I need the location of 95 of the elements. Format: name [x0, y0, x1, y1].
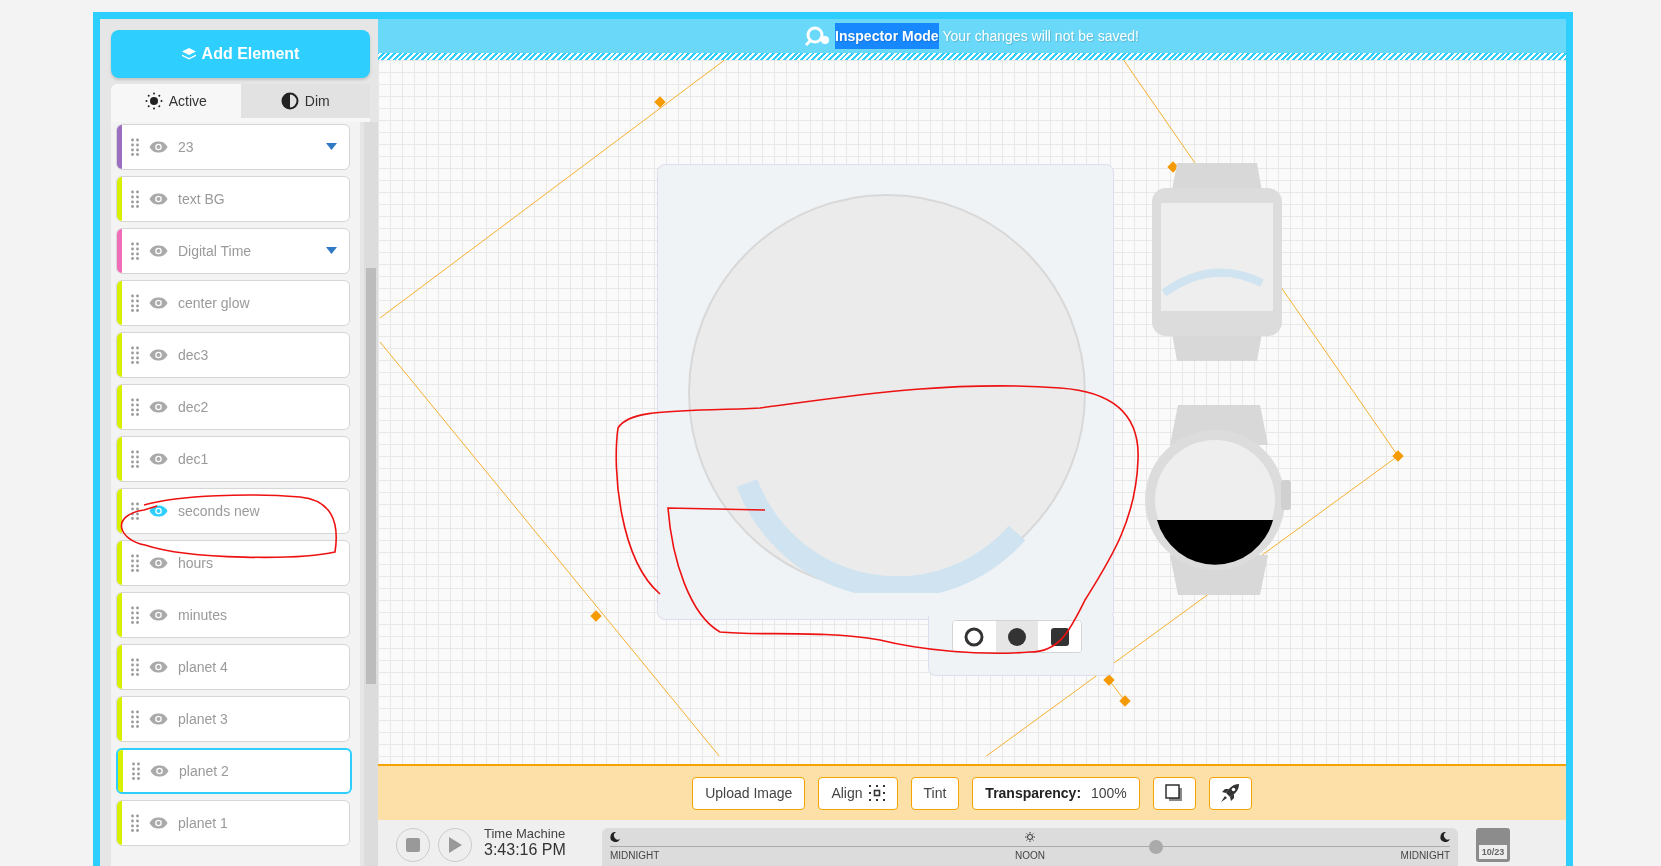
- eye-icon[interactable]: [149, 817, 168, 829]
- time-label: MIDNIGHT: [1400, 850, 1450, 861]
- drag-handle-icon: [131, 190, 139, 208]
- eye-icon[interactable]: [149, 349, 168, 361]
- eye-icon[interactable]: [149, 661, 168, 673]
- stacked-squares-icon: [1165, 784, 1184, 802]
- time-label: NOON: [1015, 850, 1045, 861]
- eye-icon[interactable]: [149, 609, 168, 621]
- square-icon: [1050, 627, 1069, 646]
- scrollbar[interactable]: [364, 122, 378, 866]
- time-label: MIDNIGHT: [610, 850, 660, 861]
- layer-name: center glow: [178, 295, 250, 311]
- sun-icon: [144, 92, 163, 110]
- drag-handle-icon: [131, 450, 139, 468]
- eye-icon[interactable]: [149, 557, 168, 569]
- layer-row[interactable]: planet 2: [116, 748, 352, 794]
- layer-row[interactable]: dec1: [116, 436, 350, 482]
- stop-button[interactable]: [396, 828, 430, 862]
- drag-handle-icon: [131, 606, 139, 624]
- layer-row[interactable]: dec3: [116, 332, 350, 378]
- transparency-button[interactable]: Transparency: 100%: [972, 776, 1140, 810]
- eye-icon[interactable]: [149, 401, 168, 413]
- drag-handle-icon: [131, 658, 139, 676]
- layer-name: planet 4: [178, 659, 228, 675]
- eye-icon[interactable]: [149, 453, 168, 465]
- layer-row[interactable]: hours: [116, 540, 350, 586]
- calendar-button[interactable]: 10/23: [1476, 828, 1510, 862]
- eye-icon[interactable]: [149, 245, 168, 257]
- stop-icon: [406, 838, 420, 852]
- eye-icon[interactable]: [149, 713, 168, 725]
- drag-handle-icon: [131, 502, 139, 520]
- ring-icon: [964, 626, 985, 647]
- align-icon: [868, 785, 885, 801]
- eye-icon[interactable]: [150, 765, 169, 777]
- play-button[interactable]: [438, 828, 472, 862]
- layers-button[interactable]: [1152, 776, 1196, 810]
- drag-handle-icon: [131, 138, 139, 156]
- layer-row[interactable]: text BG: [116, 176, 350, 222]
- play-icon: [448, 837, 462, 853]
- layer-row[interactable]: planet 1: [116, 800, 350, 846]
- layer-name: planet 2: [179, 763, 229, 779]
- layer-name: dec3: [178, 347, 209, 363]
- eye-icon[interactable]: [149, 193, 168, 205]
- scrollbar-thumb[interactable]: [366, 268, 376, 684]
- rocket-button[interactable]: [1208, 776, 1252, 810]
- time-machine-label: Time Machine: [484, 826, 567, 841]
- drag-handle-icon: [131, 814, 139, 832]
- drag-handle-icon: [131, 346, 139, 364]
- contrast-icon: [280, 92, 299, 110]
- layer-name: seconds new: [178, 503, 260, 519]
- inspector-icon: [805, 26, 832, 46]
- drag-handle-icon: [131, 554, 139, 572]
- layer-row[interactable]: center glow: [116, 280, 350, 326]
- layer-name: hours: [178, 555, 214, 571]
- layer-row[interactable]: 23: [116, 124, 350, 170]
- moon-icon: [610, 832, 620, 842]
- layer-name: planet 1: [178, 815, 228, 831]
- inspector-mode-label: Inspector Mode: [835, 23, 939, 49]
- tab[interactable]: Dim: [240, 84, 370, 118]
- eye-icon[interactable]: [149, 505, 168, 517]
- layer-name: dec1: [178, 451, 209, 467]
- layer-row[interactable]: minutes: [116, 592, 350, 638]
- shape-option[interactable]: [995, 621, 1039, 652]
- layer-row[interactable]: planet 4: [116, 644, 350, 690]
- drag-handle-icon: [132, 762, 140, 780]
- rocket-icon: [1220, 783, 1241, 803]
- current-time: 3:43:16 PM: [484, 841, 567, 859]
- layer-row[interactable]: seconds new: [116, 488, 350, 534]
- circle-icon: [1007, 626, 1027, 647]
- sun-icon: [1025, 832, 1035, 842]
- layers-icon: [181, 47, 196, 61]
- layer-row[interactable]: dec2: [116, 384, 350, 430]
- align-button[interactable]: Align: [818, 776, 898, 810]
- toolbar-button[interactable]: Tint: [910, 776, 960, 810]
- layer-name: Digital Time: [178, 243, 252, 259]
- layer-name: 23: [178, 139, 194, 155]
- layer-row[interactable]: Digital Time: [116, 228, 350, 274]
- drag-handle-icon: [131, 294, 139, 312]
- caret-icon[interactable]: [326, 247, 337, 254]
- add-element-button[interactable]: Add Element: [111, 30, 370, 78]
- moon-icon: [1440, 832, 1450, 842]
- drag-handle-icon: [131, 710, 139, 728]
- layer-row[interactable]: planet 3: [116, 696, 350, 742]
- layer-name: minutes: [178, 607, 228, 623]
- layer-name: dec2: [178, 399, 209, 415]
- drag-handle-icon: [131, 242, 139, 260]
- caret-icon[interactable]: [326, 143, 337, 150]
- layer-name: text BG: [178, 191, 225, 207]
- drag-handle-icon: [131, 398, 139, 416]
- warning-message: Your changes will not be saved!: [942, 28, 1139, 44]
- eye-icon[interactable]: [149, 141, 168, 153]
- toolbar-button[interactable]: Upload Image: [692, 776, 806, 810]
- layer-name: planet 3: [178, 711, 228, 727]
- slider-thumb[interactable]: [1149, 840, 1163, 854]
- eye-icon[interactable]: [149, 297, 168, 309]
